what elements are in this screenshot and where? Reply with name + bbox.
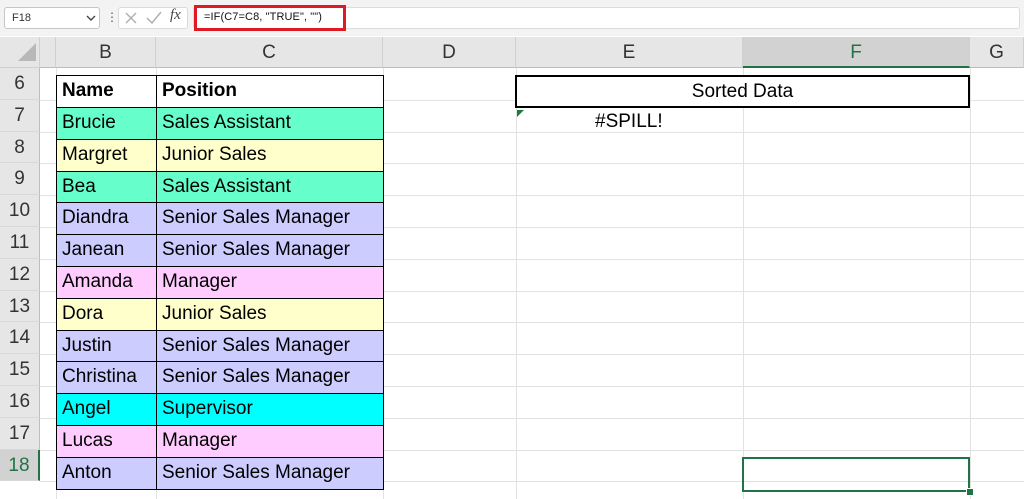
table-cell-position[interactable]: Manager	[156, 266, 384, 299]
table-cell-name[interactable]: Diandra	[56, 202, 157, 236]
table-cell-position[interactable]: Senior Sales Manager	[156, 361, 384, 395]
table-cell-name[interactable]: Bea	[56, 170, 157, 204]
select-all-triangle-icon[interactable]	[18, 43, 36, 61]
row-header-13[interactable]: 13	[0, 290, 40, 323]
row-header-16[interactable]: 16	[0, 386, 40, 418]
row-header-8[interactable]: 8	[0, 131, 40, 164]
chevron-down-icon[interactable]	[86, 14, 96, 22]
column-header-f[interactable]: F	[743, 37, 970, 68]
x-icon[interactable]	[124, 11, 138, 25]
row-header-18[interactable]: 18	[0, 449, 40, 482]
sorted-data-header[interactable]: Sorted Data	[515, 75, 970, 108]
table-cell-name[interactable]: Justin	[56, 329, 157, 363]
table-cell-name[interactable]: Margret	[56, 138, 157, 172]
table-cell-position[interactable]: Sales Assistant	[156, 107, 384, 140]
table-cell-position[interactable]: Senior Sales Manager	[156, 329, 384, 363]
more-options-icon[interactable]: ⋮	[106, 11, 118, 23]
table-cell-position[interactable]: Senior Sales Manager	[156, 202, 384, 236]
row-header-10[interactable]: 10	[0, 195, 40, 227]
name-box-value: F18	[12, 12, 31, 24]
row-header-15[interactable]: 15	[0, 354, 40, 386]
name-box[interactable]: F18	[4, 7, 100, 29]
row-header-9[interactable]: 9	[0, 163, 40, 196]
header-cell-position[interactable]: Position	[156, 75, 384, 108]
table-cell-position[interactable]: Junior Sales	[156, 138, 384, 172]
row-header-11[interactable]: 11	[0, 227, 40, 259]
table-cell-name[interactable]: Janean	[56, 234, 157, 267]
table-cell-name[interactable]: Brucie	[56, 107, 157, 140]
active-cell[interactable]	[742, 457, 970, 492]
gridline-vertical	[516, 68, 517, 499]
gridline-vertical	[743, 68, 744, 499]
spill-error-cell[interactable]: #SPILL!	[595, 111, 663, 133]
table-cell-name[interactable]: Angel	[56, 393, 157, 426]
column-header-g[interactable]: G	[970, 37, 1024, 68]
column-header-e[interactable]: E	[516, 37, 743, 68]
table-cell-name[interactable]: Amanda	[56, 266, 157, 299]
row-header-17[interactable]: 17	[0, 417, 40, 450]
gridline-vertical	[970, 68, 971, 499]
row-header-12[interactable]: 12	[0, 258, 40, 291]
table-cell-name[interactable]: Lucas	[56, 425, 157, 458]
table-cell-name[interactable]: Dora	[56, 297, 157, 331]
table-cell-position[interactable]: Manager	[156, 425, 384, 458]
fx-icon[interactable]: fx	[170, 7, 181, 24]
check-icon[interactable]	[146, 11, 162, 25]
table-cell-position[interactable]: Supervisor	[156, 393, 384, 426]
row-header-14[interactable]: 14	[0, 322, 40, 355]
table-cell-name[interactable]: Christina	[56, 361, 157, 395]
table-cell-position[interactable]: Junior Sales	[156, 297, 384, 331]
column-header-c[interactable]: C	[156, 37, 383, 68]
row-header-7[interactable]: 7	[0, 99, 40, 132]
column-header-b[interactable]: B	[56, 37, 156, 68]
column-header-d[interactable]: D	[383, 37, 516, 68]
table-cell-position[interactable]: Sales Assistant	[156, 170, 384, 204]
table-cell-position[interactable]: Senior Sales Manager	[156, 456, 384, 490]
header-cell-name[interactable]: Name	[56, 75, 157, 108]
column-header-a[interactable]	[40, 37, 56, 68]
fill-handle[interactable]	[966, 488, 974, 496]
row-header-6[interactable]: 6	[0, 68, 40, 100]
error-indicator-icon[interactable]	[517, 110, 524, 117]
table-cell-position[interactable]: Senior Sales Manager	[156, 234, 384, 267]
formula-highlight-box	[194, 5, 346, 31]
table-cell-name[interactable]: Anton	[56, 456, 157, 490]
